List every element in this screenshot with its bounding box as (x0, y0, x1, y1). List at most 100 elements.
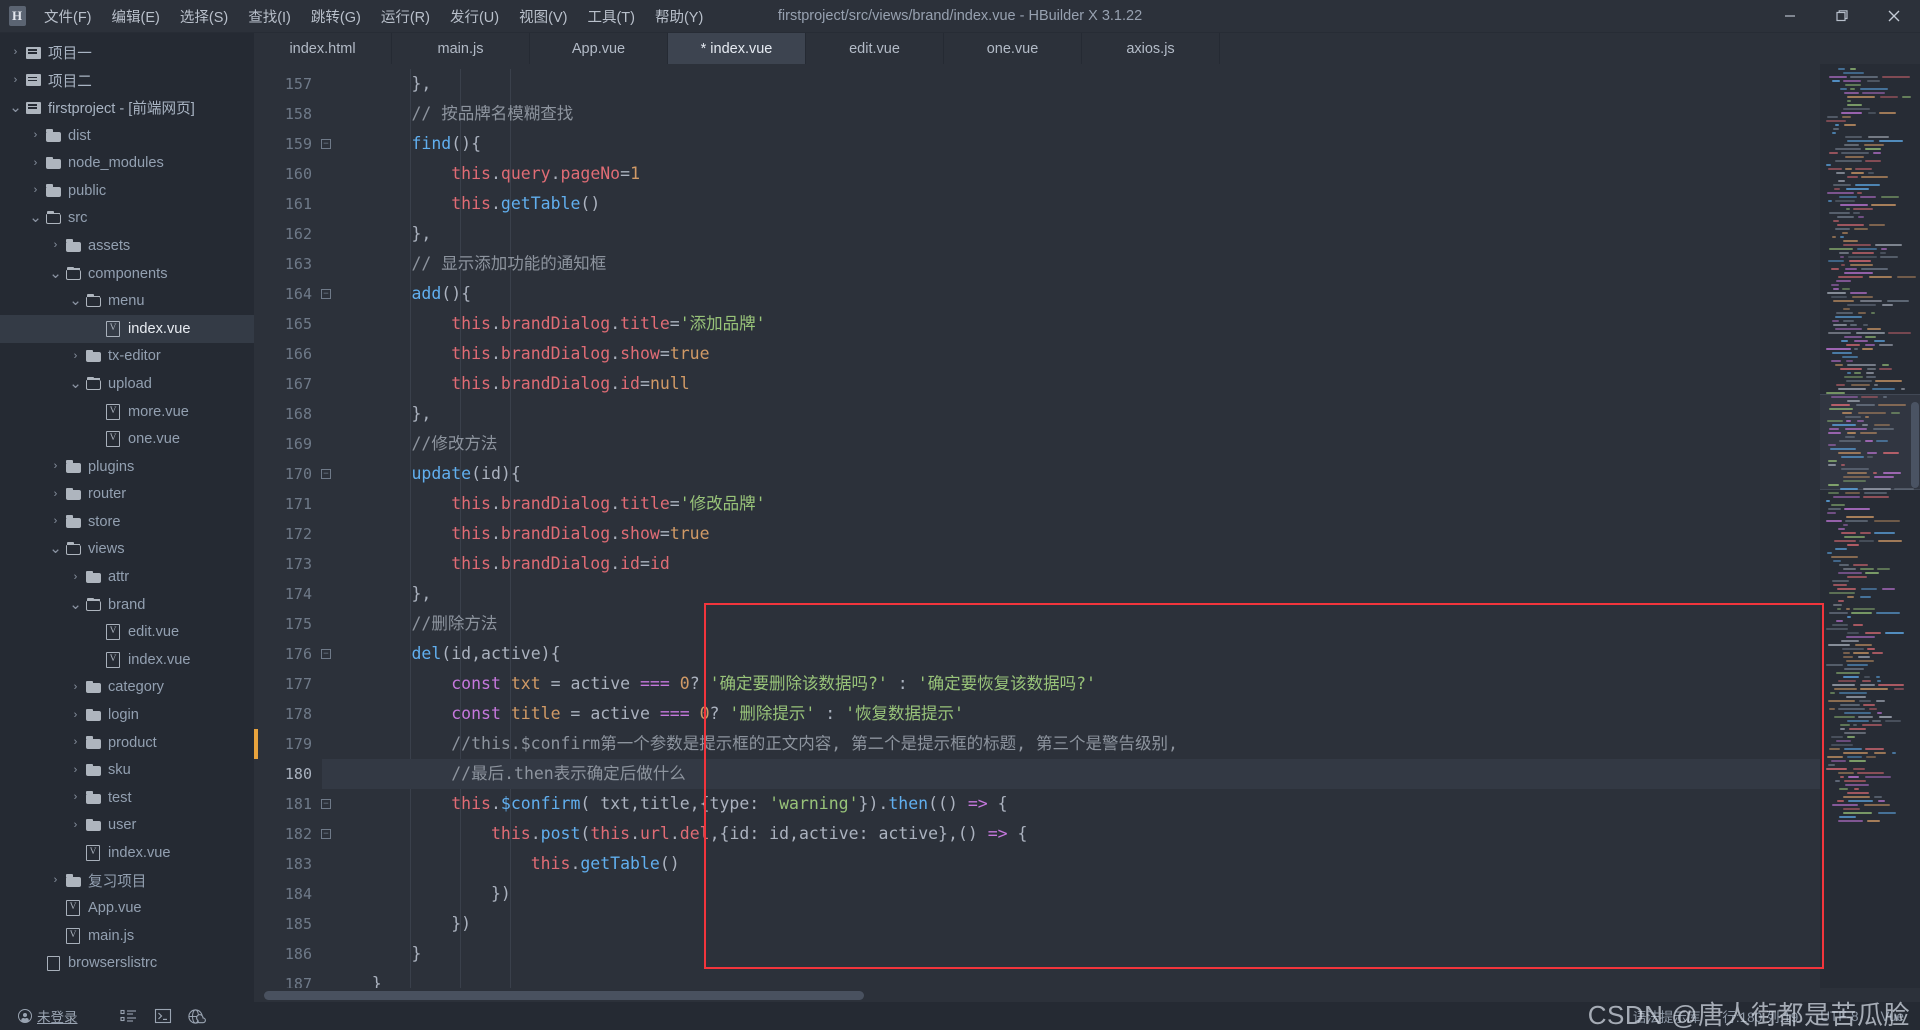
horizontal-scrollbar[interactable] (254, 988, 1920, 1002)
chevron-down-icon[interactable]: ⌄ (28, 210, 43, 225)
chevron-right-icon[interactable]: › (48, 240, 63, 251)
code-line[interactable]: }, (322, 69, 1820, 99)
chevron-right-icon[interactable]: › (68, 792, 83, 803)
chevron-right-icon[interactable]: › (48, 488, 63, 500)
chevron-down-icon[interactable]: ⌄ (48, 266, 63, 281)
code-line[interactable]: // 按品牌名模糊查找 (322, 99, 1820, 129)
tree-item-attr[interactable]: › attr (0, 563, 254, 591)
menu-item-0[interactable]: 文件(F) (34, 0, 102, 32)
chevron-right-icon[interactable]: › (68, 571, 83, 583)
code-line[interactable]: this.brandDialog.title='添加品牌' (322, 309, 1820, 339)
login-status-button[interactable]: 未登录 (10, 1006, 86, 1026)
tree-item-store[interactable]: › store (0, 508, 254, 536)
menu-item-9[interactable]: 帮助(Y) (645, 0, 713, 32)
chevron-down-icon[interactable]: ⌄ (68, 293, 83, 308)
chevron-right-icon[interactable]: › (48, 875, 63, 886)
code-line[interactable]: this.query.pageNo=1 (322, 159, 1820, 189)
chevron-down-icon[interactable]: ⌄ (68, 597, 83, 612)
tree-item-router[interactable]: › router (0, 481, 254, 509)
menu-item-8[interactable]: 工具(T) (577, 0, 645, 32)
code-line[interactable]: this.getTable() (322, 849, 1820, 879)
chevron-right-icon[interactable]: › (28, 157, 43, 169)
chevron-right-icon[interactable]: › (68, 709, 83, 721)
code-line[interactable]: this.brandDialog.show=true (322, 339, 1820, 369)
menu-item-5[interactable]: 运行(R) (371, 0, 440, 32)
cursor-position-label[interactable]: 行:180 列:19 (1722, 1006, 1798, 1026)
chevron-right-icon[interactable]: › (28, 185, 43, 196)
list-icon[interactable] (112, 1008, 146, 1024)
code-line[interactable]: }, (322, 399, 1820, 429)
tree-item-firstproject[interactable]: ⌄ firstproject - [前端网页] (0, 94, 254, 122)
terminal-icon[interactable] (146, 1008, 180, 1024)
encoding-label[interactable]: UTF-8 (1820, 1009, 1858, 1024)
code-line[interactable]: }) (322, 879, 1820, 909)
tab-index.vue[interactable]: * index.vue (668, 33, 806, 64)
chevron-down-icon[interactable]: ⌄ (8, 100, 23, 115)
tree-item-public[interactable]: › public (0, 177, 254, 205)
language-mode-label[interactable]: Vue (1880, 1009, 1904, 1024)
tree-item-[interactable]: › 项目一 (0, 39, 254, 67)
code-line[interactable]: this.$confirm( txt,title,{type: 'warning… (322, 789, 1820, 819)
code-line[interactable]: this.post(this.url.del,{id: id,active: a… (322, 819, 1820, 849)
project-explorer[interactable]: › 项目一 › 项目二 ⌄ firstproject - [前端网页] › dist › node… (0, 33, 254, 1002)
tree-item-main.js[interactable]: ›Vmain.js (0, 922, 254, 950)
code-content[interactable]: }, // 按品牌名模糊查找 find(){ this.query.pageNo… (322, 64, 1820, 988)
vertical-scrollbar[interactable] (1910, 64, 1920, 988)
code-line[interactable]: }, (322, 219, 1820, 249)
chevron-down-icon[interactable]: ⌄ (48, 541, 63, 556)
tree-item-views[interactable]: ⌄ views (0, 536, 254, 564)
tab-one.vue[interactable]: one.vue (944, 33, 1082, 64)
tree-item-brand[interactable]: ⌄ brand (0, 591, 254, 619)
menu-item-7[interactable]: 视图(V) (509, 0, 577, 32)
code-line[interactable]: //最后.then表示确定后做什么 (322, 759, 1820, 789)
code-line[interactable]: //this.$confirm第一个参数是提示框的正文内容, 第二个是提示框的标… (322, 729, 1820, 759)
tree-item-edit.vue[interactable]: ›Vedit.vue (0, 618, 254, 646)
tree-item-one.vue[interactable]: ›Vone.vue (0, 425, 254, 453)
tree-item-plugins[interactable]: › plugins (0, 453, 254, 481)
tree-item-App.vue[interactable]: ›VApp.vue (0, 894, 254, 922)
menu-item-1[interactable]: 编辑(E) (102, 0, 170, 32)
minimize-button[interactable] (1764, 0, 1816, 32)
menu-item-2[interactable]: 选择(S) (170, 0, 238, 32)
chevron-right-icon[interactable]: › (68, 737, 83, 748)
code-line[interactable]: } (322, 939, 1820, 969)
maximize-button[interactable] (1816, 0, 1868, 32)
tree-item-login[interactable]: › login (0, 701, 254, 729)
code-line[interactable]: this.getTable() (322, 189, 1820, 219)
tree-item-index.vue[interactable]: ›Vindex.vue (0, 314, 254, 343)
tree-item-src[interactable]: ⌄ src (0, 205, 254, 233)
tab-app.vue[interactable]: App.vue (530, 33, 668, 64)
tree-item-upload[interactable]: ⌄ upload (0, 370, 254, 398)
close-button[interactable] (1868, 0, 1920, 32)
code-minimap[interactable] (1820, 64, 1920, 988)
code-line[interactable]: this.brandDialog.id=null (322, 369, 1820, 399)
tree-item-[interactable]: › 复习项目 (0, 867, 254, 895)
tree-item-dist[interactable]: › dist (0, 122, 254, 150)
tree-item-index.vue[interactable]: ›Vindex.vue (0, 646, 254, 674)
menu-item-3[interactable]: 查找(I) (238, 0, 301, 32)
tree-item-browserslistrc[interactable]: ›browserslistrc (0, 950, 254, 978)
code-line[interactable]: find(){ (322, 129, 1820, 159)
code-line[interactable]: this.brandDialog.title='修改品牌' (322, 489, 1820, 519)
chevron-right-icon[interactable]: › (8, 74, 23, 86)
tree-item-nodemodules[interactable]: › node_modules (0, 149, 254, 177)
tab-axios.js[interactable]: axios.js (1082, 33, 1220, 64)
code-line[interactable]: this.brandDialog.id=id (322, 549, 1820, 579)
chevron-right-icon[interactable]: › (48, 461, 63, 472)
code-line[interactable]: }) (322, 909, 1820, 939)
code-line[interactable]: // 显示添加功能的通知框 (322, 249, 1820, 279)
chevron-right-icon[interactable]: › (68, 350, 83, 362)
tree-item-assets[interactable]: › assets (0, 232, 254, 260)
code-line[interactable]: const title = active === 0? '删除提示' : '恢复… (322, 699, 1820, 729)
syntax-library-label[interactable]: 语法提示库 (1633, 1006, 1701, 1026)
menu-item-6[interactable]: 发行(U) (440, 0, 509, 32)
tree-item-sku[interactable]: › sku (0, 756, 254, 784)
code-line[interactable]: add(){ (322, 279, 1820, 309)
code-line[interactable]: } (322, 969, 1820, 988)
tree-item-[interactable]: › 项目二 (0, 67, 254, 95)
code-line[interactable]: }, (322, 579, 1820, 609)
chevron-right-icon[interactable]: › (8, 47, 23, 58)
code-line[interactable]: //修改方法 (322, 429, 1820, 459)
tree-item-category[interactable]: › category (0, 674, 254, 702)
chevron-right-icon[interactable]: › (68, 764, 83, 776)
